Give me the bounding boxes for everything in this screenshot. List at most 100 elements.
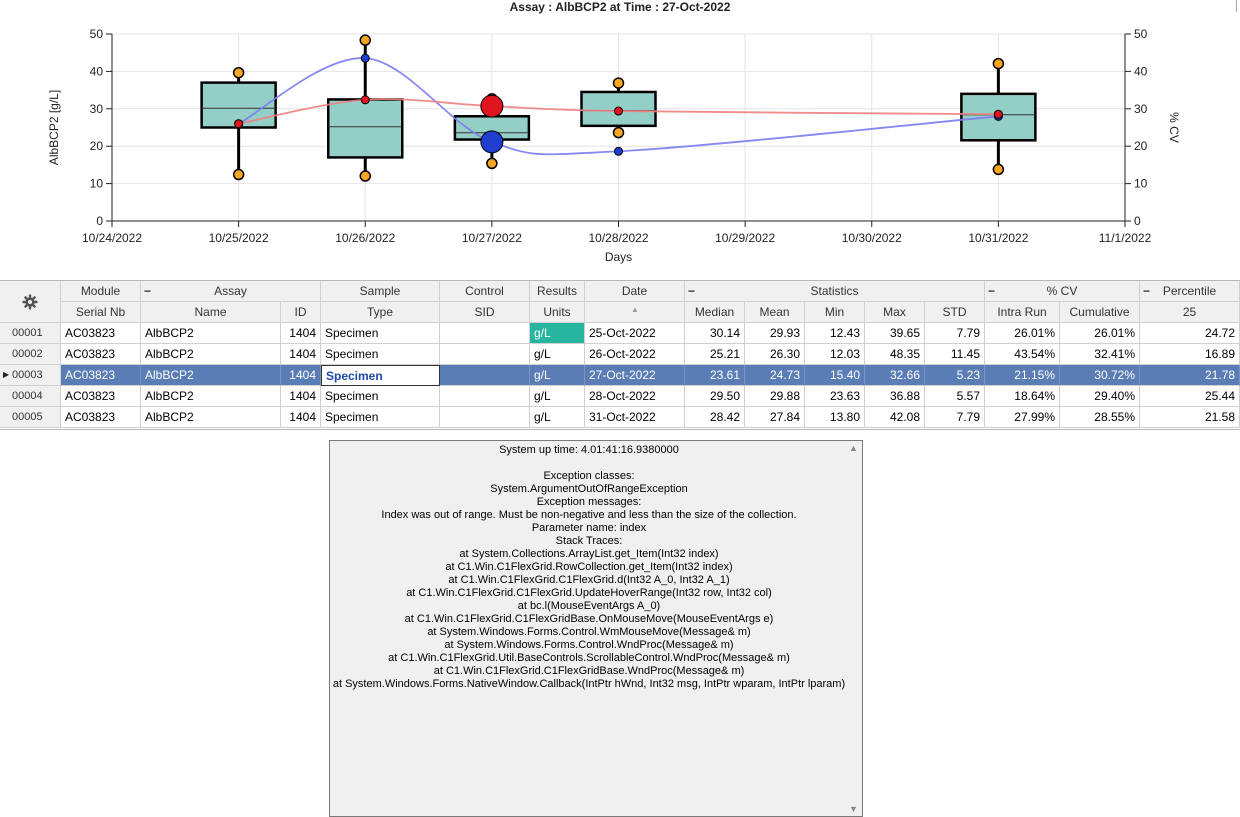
cell-serial[interactable]: AC03823 — [61, 386, 141, 407]
cell-date[interactable]: 27-Oct-2022 — [585, 365, 685, 386]
cell-std[interactable]: 7.79 — [925, 407, 985, 428]
group-header-results[interactable]: Results — [530, 281, 585, 302]
cell-id[interactable]: 1404 — [281, 365, 321, 386]
cell-std[interactable]: 7.79 — [925, 323, 985, 344]
exception-scrollbar[interactable]: ▲ ▼ — [846, 441, 862, 816]
collapse-group-icon[interactable]: − — [688, 281, 695, 301]
grid-settings-button[interactable] — [0, 281, 61, 323]
cell-min[interactable]: 13.80 — [805, 407, 865, 428]
column-header-intra[interactable]: Intra Run — [985, 302, 1060, 323]
cell-sid[interactable] — [440, 344, 530, 365]
cell-units[interactable]: g/L — [530, 386, 585, 407]
cell-serial[interactable]: AC03823 — [61, 323, 141, 344]
cell-std[interactable]: 5.23 — [925, 365, 985, 386]
group-header-module[interactable]: Module — [61, 281, 141, 302]
cell-cumulative[interactable]: 26.01% — [1060, 323, 1140, 344]
exception-details-box[interactable]: System up time: 4.01:41:16.9380000 Except… — [329, 440, 863, 817]
cell-name[interactable]: AlbBCP2 — [141, 344, 281, 365]
cell-mean[interactable]: 29.93 — [745, 323, 805, 344]
column-header-date[interactable]: ▲ — [585, 302, 685, 323]
cell-min[interactable]: 15.40 — [805, 365, 865, 386]
cell-date[interactable]: 25-Oct-2022 — [585, 323, 685, 344]
column-header-max[interactable]: Max — [865, 302, 925, 323]
column-header-name[interactable]: Name — [141, 302, 281, 323]
cell-name[interactable]: AlbBCP2 — [141, 365, 281, 386]
collapse-group-icon[interactable]: − — [144, 281, 151, 301]
column-header-std[interactable]: STD — [925, 302, 985, 323]
cell-max[interactable]: 39.65 — [865, 323, 925, 344]
cell-units[interactable]: g/L — [530, 365, 585, 386]
column-header-p25[interactable]: 25 — [1140, 302, 1240, 323]
cell-median[interactable]: 28.42 — [685, 407, 745, 428]
cell-p25[interactable]: 21.58 — [1140, 407, 1240, 428]
cell-cumulative[interactable]: 29.40% — [1060, 386, 1140, 407]
cell-sid[interactable] — [440, 323, 530, 344]
group-header-date[interactable]: Date — [585, 281, 685, 302]
column-header-mean[interactable]: Mean — [745, 302, 805, 323]
cell-date[interactable]: 31-Oct-2022 — [585, 407, 685, 428]
cell-id[interactable]: 1404 — [281, 323, 321, 344]
group-header-statistics[interactable]: Statistics − — [685, 281, 985, 302]
row-header[interactable]: 00001 — [0, 323, 61, 344]
cell-name[interactable]: AlbBCP2 — [141, 407, 281, 428]
cell-median[interactable]: 23.61 — [685, 365, 745, 386]
cell-std[interactable]: 5.57 — [925, 386, 985, 407]
cell-type[interactable]: Specimen — [321, 386, 440, 407]
cell-id[interactable]: 1404 — [281, 386, 321, 407]
cell-min[interactable]: 12.03 — [805, 344, 865, 365]
column-header-id[interactable]: ID — [281, 302, 321, 323]
cell-intra[interactable]: 43.54% — [985, 344, 1060, 365]
cell-type[interactable]: Specimen — [321, 365, 440, 386]
cell-type[interactable]: Specimen — [321, 323, 440, 344]
column-header-serial[interactable]: Serial Nb — [61, 302, 141, 323]
column-header-min[interactable]: Min — [805, 302, 865, 323]
group-header-cv[interactable]: % CV − — [985, 281, 1140, 302]
cell-type[interactable]: Specimen — [321, 344, 440, 365]
column-header-units[interactable]: Units — [530, 302, 585, 323]
cell-serial[interactable]: AC03823 — [61, 365, 141, 386]
column-header-median[interactable]: Median — [685, 302, 745, 323]
cell-max[interactable]: 48.35 — [865, 344, 925, 365]
cell-units[interactable]: g/L — [530, 323, 585, 344]
cell-p25[interactable]: 25.44 — [1140, 386, 1240, 407]
collapse-group-icon[interactable]: − — [1143, 281, 1150, 301]
cell-date[interactable]: 28-Oct-2022 — [585, 386, 685, 407]
cell-max[interactable]: 42.08 — [865, 407, 925, 428]
group-header-assay[interactable]: Assay − — [141, 281, 321, 302]
cell-std[interactable]: 11.45 — [925, 344, 985, 365]
cell-median[interactable]: 30.14 — [685, 323, 745, 344]
cell-min[interactable]: 12.43 — [805, 323, 865, 344]
row-header[interactable]: 00005 — [0, 407, 61, 428]
cell-mean[interactable]: 24.73 — [745, 365, 805, 386]
cell-intra[interactable]: 21.15% — [985, 365, 1060, 386]
cell-cumulative[interactable]: 32.41% — [1060, 344, 1140, 365]
cell-units[interactable]: g/L — [530, 344, 585, 365]
cell-name[interactable]: AlbBCP2 — [141, 386, 281, 407]
cell-cumulative[interactable]: 28.55% — [1060, 407, 1140, 428]
cell-max[interactable]: 32.66 — [865, 365, 925, 386]
group-header-sample[interactable]: Sample — [321, 281, 440, 302]
column-header-sid[interactable]: SID — [440, 302, 530, 323]
column-header-type[interactable]: Type — [321, 302, 440, 323]
cell-mean[interactable]: 26.30 — [745, 344, 805, 365]
cell-name[interactable]: AlbBCP2 — [141, 323, 281, 344]
cell-max[interactable]: 36.88 — [865, 386, 925, 407]
cell-median[interactable]: 25.21 — [685, 344, 745, 365]
group-header-control[interactable]: Control — [440, 281, 530, 302]
cell-min[interactable]: 23.63 — [805, 386, 865, 407]
cell-intra[interactable]: 18.64% — [985, 386, 1060, 407]
group-header-percentile[interactable]: Percentile − — [1140, 281, 1240, 302]
cell-p25[interactable]: 16.89 — [1140, 344, 1240, 365]
row-header[interactable]: 00003 ▶ — [0, 365, 61, 386]
cell-mean[interactable]: 27.84 — [745, 407, 805, 428]
cell-intra[interactable]: 26.01% — [985, 323, 1060, 344]
cell-p25[interactable]: 24.72 — [1140, 323, 1240, 344]
cell-id[interactable]: 1404 — [281, 407, 321, 428]
cell-p25[interactable]: 21.78 — [1140, 365, 1240, 386]
cell-sid[interactable] — [440, 407, 530, 428]
scroll-up-icon[interactable]: ▲ — [849, 443, 858, 453]
cell-median[interactable]: 29.50 — [685, 386, 745, 407]
statistics-grid[interactable]: Module Assay − Sample Control Results Date Stat… — [0, 280, 1240, 430]
cell-id[interactable]: 1404 — [281, 344, 321, 365]
cell-intra[interactable]: 27.99% — [985, 407, 1060, 428]
